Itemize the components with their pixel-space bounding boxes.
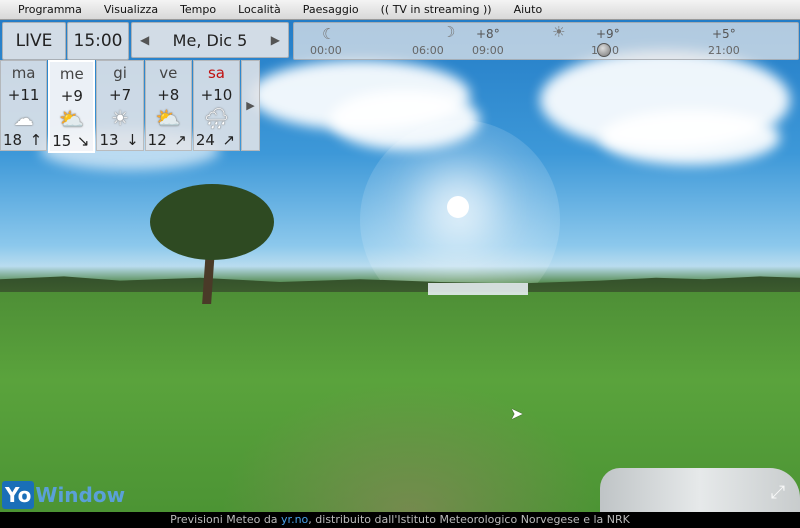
timeline-slider-knob[interactable] <box>597 43 611 57</box>
day-name: gi <box>113 64 127 82</box>
forecast-day-0[interactable]: ma +11 ☁ 18 ↑ <box>0 60 48 151</box>
menu-aiuto[interactable]: Aiuto <box>503 0 554 19</box>
day-wind: 13 <box>99 131 119 149</box>
day-temp: +7 <box>109 86 132 104</box>
prev-day-arrow-icon[interactable]: ◀ <box>140 33 149 47</box>
mouse-cursor-icon: ➤ <box>510 404 524 423</box>
moon-icon: ☾ <box>322 25 336 43</box>
yowindow-logo[interactable]: Yo Window <box>2 480 125 510</box>
day-temp: +10 <box>200 86 233 104</box>
date-selector: ◀ Me, Dic 5 ▶ <box>131 22 289 58</box>
day-wind: 15 <box>52 132 72 150</box>
moon-icon: ☽ <box>442 23 456 41</box>
forecast-day-1[interactable]: me +9 ⛅ 15 ↘ <box>48 60 96 153</box>
day-name: ve <box>159 64 178 82</box>
sun-icon: ☀ <box>111 106 130 130</box>
day-temp: +9 <box>60 87 83 105</box>
forecast-day-2[interactable]: gi +7 ☀ 13 ↓ <box>96 60 144 151</box>
day-name: sa <box>207 64 225 82</box>
timeline-hour: 09:00 <box>472 44 504 57</box>
time-display[interactable]: 15:00 <box>67 22 129 60</box>
menu-tv-streaming[interactable]: (( TV in streaming )) <box>370 0 503 19</box>
logo-yo: Yo <box>2 481 35 509</box>
day-name: ma <box>11 64 36 82</box>
menu-visualizza[interactable]: Visualizza <box>93 0 169 19</box>
date-label: Me, Dic 5 <box>172 30 248 50</box>
cloud-icon: ☁ <box>13 106 34 130</box>
day-wind: 12 <box>147 131 167 149</box>
dry-brush <box>220 380 600 512</box>
footer-suffix: , distribuito dall'Istituto Meteorologic… <box>308 513 630 526</box>
footer-credits: Previsioni Meteo da yr.no, distribuito d… <box>0 512 800 528</box>
timeline-hour: 21:00 <box>708 44 740 57</box>
footer-prefix: Previsioni Meteo da <box>170 513 282 526</box>
wind-direction-icon: ↓ <box>126 131 139 149</box>
menu-programma[interactable]: Programma <box>0 0 93 19</box>
yr-no-link[interactable]: yr.no <box>281 513 308 526</box>
cloud <box>600 110 780 165</box>
wind-direction-icon: ↗ <box>174 131 187 149</box>
farmhouse <box>428 283 528 295</box>
day-temp: +8 <box>157 86 180 104</box>
hour-timeline[interactable]: ☾ ☽ ☀ 00:00 06:00 09:00 1 0 21:00 +8° +9… <box>293 22 799 60</box>
day-name: me <box>59 65 84 83</box>
forecast-day-3[interactable]: ve +8 ⛅ 12 ↗ <box>144 60 192 151</box>
next-day-arrow-icon[interactable]: ▶ <box>271 33 280 47</box>
timeline-hour: 00:00 <box>310 44 342 57</box>
tree-crown <box>150 184 274 260</box>
timeline-temp: +9° <box>596 27 620 41</box>
day-wind: 24 <box>195 131 215 149</box>
fullscreen-icon[interactable]: ⤢ <box>764 482 792 506</box>
timeline-temp: +8° <box>476 27 500 41</box>
wind-direction-icon: ↘ <box>76 132 90 150</box>
cloud <box>330 90 480 150</box>
logo-window: Window <box>35 483 126 507</box>
timeline-hour: 06:00 <box>412 44 444 57</box>
day-temp: +11 <box>7 86 40 104</box>
timeline-temp: +5° <box>712 27 736 41</box>
wind-direction-icon: ↑ <box>29 131 43 149</box>
live-button[interactable]: LIVE <box>2 22 66 60</box>
partly-sunny-icon: ⛅ <box>59 107 85 131</box>
daily-forecast: ma +11 ☁ 18 ↑ me +9 ⛅ 15 ↘ gi +7 ☀ 13 ↓ … <box>0 60 260 153</box>
sun <box>447 196 469 218</box>
menu-bar: Programma Visualizza Tempo Località Paes… <box>0 0 800 20</box>
day-wind: 18 <box>3 131 23 149</box>
partly-sunny-icon: ⛅ <box>155 106 181 130</box>
forecast-next-arrow-icon[interactable]: ▶ <box>241 60 260 151</box>
menu-paesaggio[interactable]: Paesaggio <box>292 0 370 19</box>
menu-localita[interactable]: Località <box>227 0 292 19</box>
menu-tempo[interactable]: Tempo <box>169 0 227 19</box>
rain-icon: 🌧 <box>203 106 230 130</box>
wind-direction-icon: ↗ <box>222 131 236 149</box>
forecast-day-4[interactable]: sa +10 🌧 24 ↗ <box>192 60 241 151</box>
timeline-hour-partial: 0 <box>612 44 619 57</box>
partly-sunny-icon: ☀ <box>552 23 566 41</box>
